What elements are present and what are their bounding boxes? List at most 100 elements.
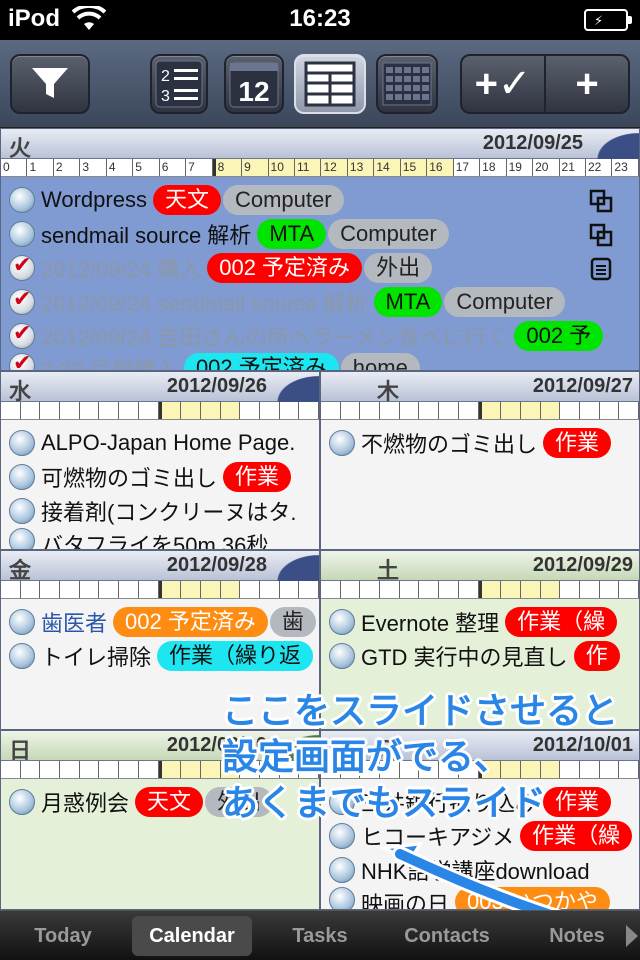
task-title: 歯医者 bbox=[41, 611, 108, 636]
hour-label: 15 bbox=[400, 159, 428, 176]
hour-slot bbox=[478, 402, 502, 419]
task-tag: 作 bbox=[573, 641, 620, 671]
task-checkbox[interactable] bbox=[9, 643, 35, 669]
day-cell-tuesday[interactable]: 火 2012/09/25 0 1 2 3 4 5 6 7 8 9 10 11 1… bbox=[0, 128, 640, 371]
task-item[interactable]: ALPO-Japan Home Page. bbox=[1, 426, 319, 460]
task-item[interactable]: 2012/09/24 吉田さんの所へラーメン食べに行く 002 予 bbox=[1, 319, 639, 353]
task-item[interactable]: Wordpress 天文 Computer bbox=[1, 183, 639, 217]
task-checkbox[interactable] bbox=[9, 221, 35, 247]
tab-calendar[interactable]: Calendar bbox=[132, 916, 252, 956]
task-title: バタフライを50m 36秒 bbox=[41, 533, 269, 550]
hour-slot bbox=[80, 761, 100, 778]
hour-slot bbox=[580, 581, 600, 598]
hour-label: 12 bbox=[321, 159, 348, 176]
tab-bar: Today Calendar Tasks Contacts Notes bbox=[0, 910, 640, 960]
task-item[interactable]: 映画の日 003 いつかや bbox=[321, 887, 639, 909]
hour-slot bbox=[80, 402, 100, 419]
date-label: 2012/09/27 bbox=[532, 375, 633, 397]
hour-label: 0 bbox=[1, 159, 28, 176]
hour-slot bbox=[1, 761, 21, 778]
day-header: 土 2012/09/29 bbox=[321, 551, 639, 583]
task-checkbox[interactable] bbox=[9, 464, 35, 490]
hour-slot bbox=[200, 761, 221, 778]
task-checkbox[interactable] bbox=[9, 353, 35, 370]
task-tag: 天文 bbox=[135, 787, 204, 817]
hour-slot bbox=[99, 402, 120, 419]
task-item[interactable]: 不燃物のゴミ出し 作業 bbox=[321, 426, 639, 460]
hour-slot bbox=[321, 581, 341, 598]
hour-label: 22 bbox=[586, 159, 613, 176]
day-cell-wednesday[interactable]: 水 2012/09/26 ALPO-Japan Home Page. 可燃物のゴ… bbox=[0, 371, 320, 550]
repeat-icon bbox=[589, 223, 613, 247]
task-checkbox[interactable] bbox=[9, 320, 35, 349]
calendar-day-number: 12 bbox=[238, 76, 269, 107]
hour-slot bbox=[580, 402, 600, 419]
task-item[interactable]: GTD 実行中の見直し 作 bbox=[321, 639, 639, 673]
tab-today[interactable]: Today bbox=[10, 916, 116, 956]
week-grid-icon bbox=[304, 61, 356, 107]
task-title: 2012/09/24 購入 bbox=[41, 257, 202, 282]
task-item[interactable]: sendmail source 解析 MTA Computer bbox=[1, 217, 639, 251]
add-button[interactable]: + bbox=[544, 56, 628, 112]
task-item[interactable]: NHK語学講座download bbox=[321, 853, 639, 887]
task-item[interactable]: 可燃物のゴミ出し 作業 bbox=[1, 460, 319, 494]
task-title: 接着剤(コンクリーヌはタ. bbox=[41, 500, 297, 525]
month-view-button[interactable] bbox=[376, 54, 438, 114]
task-checkbox[interactable] bbox=[9, 430, 35, 456]
hour-label: 14 bbox=[374, 159, 401, 176]
task-tag: home bbox=[340, 353, 420, 370]
hour-label: 19 bbox=[507, 159, 534, 176]
more-tabs-arrow-icon[interactable] bbox=[626, 925, 638, 947]
day-task-list: 不燃物のゴミ出し 作業 bbox=[321, 420, 639, 549]
annotation-callout: ここをスライドさせると 設定画面がでる、 あくまでもスライド bbox=[222, 688, 640, 826]
task-checkbox[interactable] bbox=[9, 286, 35, 315]
task-checkbox[interactable] bbox=[9, 187, 35, 213]
numbered-list-digit: 3 bbox=[161, 88, 170, 105]
task-checkbox[interactable] bbox=[9, 609, 35, 635]
day-task-list: Wordpress 天文 Computer sendmail source 解析… bbox=[1, 177, 639, 370]
task-tag: 作業 bbox=[543, 428, 612, 458]
day-view-button[interactable]: 12 bbox=[224, 54, 284, 114]
hour-slot bbox=[40, 402, 61, 419]
day-header: 火 2012/09/25 bbox=[1, 129, 639, 161]
tab-notes[interactable]: Notes bbox=[530, 916, 624, 956]
task-item[interactable]: トイレ掃除 作業（繰り返 bbox=[1, 639, 319, 673]
tab-tasks[interactable]: Tasks bbox=[268, 916, 372, 956]
task-checkbox[interactable] bbox=[9, 789, 35, 815]
hour-label: 5 bbox=[133, 159, 160, 176]
task-tag: Computer bbox=[222, 185, 344, 215]
task-tag: Computer bbox=[444, 287, 565, 317]
task-checkbox[interactable] bbox=[329, 643, 355, 669]
tab-contacts[interactable]: Contacts bbox=[390, 916, 504, 956]
task-title: 可燃物のゴミ出し bbox=[41, 466, 218, 491]
day-cell-thursday[interactable]: 木 2012/09/27 不燃物のゴミ出し 作業 bbox=[320, 371, 640, 550]
header-tab-decoration bbox=[271, 372, 319, 402]
list-view-button[interactable]: 2 3 bbox=[150, 54, 208, 114]
task-checkbox[interactable] bbox=[9, 252, 35, 281]
hour-slot bbox=[299, 402, 319, 419]
hour-slot bbox=[380, 402, 400, 419]
task-checkbox[interactable] bbox=[329, 609, 355, 635]
add-task-button[interactable]: +✓ bbox=[462, 56, 544, 112]
task-item[interactable]: バタフライを50m 36秒 bbox=[1, 528, 319, 550]
task-checkbox[interactable] bbox=[329, 887, 355, 909]
filter-button[interactable] bbox=[10, 54, 90, 114]
task-item[interactable]: 接着剤(コンクリーヌはタ. bbox=[1, 494, 319, 528]
week-view-button[interactable] bbox=[294, 54, 366, 114]
task-tag: 天文 bbox=[152, 185, 221, 215]
task-tag: 003 いつかや bbox=[455, 887, 610, 909]
task-item[interactable]: 2012/09/24 購入 002 予定済み 外出 bbox=[1, 251, 639, 285]
task-item[interactable]: 2012/09/24 sendmail source 解析 MTA Comput… bbox=[1, 285, 639, 319]
repeat-icon bbox=[589, 189, 613, 213]
task-item[interactable]: 歯医者 002 予定済み 歯 bbox=[1, 605, 319, 639]
hour-slot bbox=[360, 581, 381, 598]
task-item[interactable]: Evernote 整理 作業（繰 bbox=[321, 605, 639, 639]
task-checkbox[interactable] bbox=[9, 528, 35, 549]
task-checkbox[interactable] bbox=[329, 857, 355, 883]
task-checkbox[interactable] bbox=[9, 498, 35, 524]
task-item[interactable]: 7:30 豆腐購入 002 予定済み home bbox=[1, 353, 639, 370]
task-checkbox[interactable] bbox=[329, 823, 355, 849]
hour-label: 1 bbox=[27, 159, 54, 176]
task-tag: 作業 bbox=[223, 462, 292, 492]
task-checkbox[interactable] bbox=[329, 430, 355, 456]
